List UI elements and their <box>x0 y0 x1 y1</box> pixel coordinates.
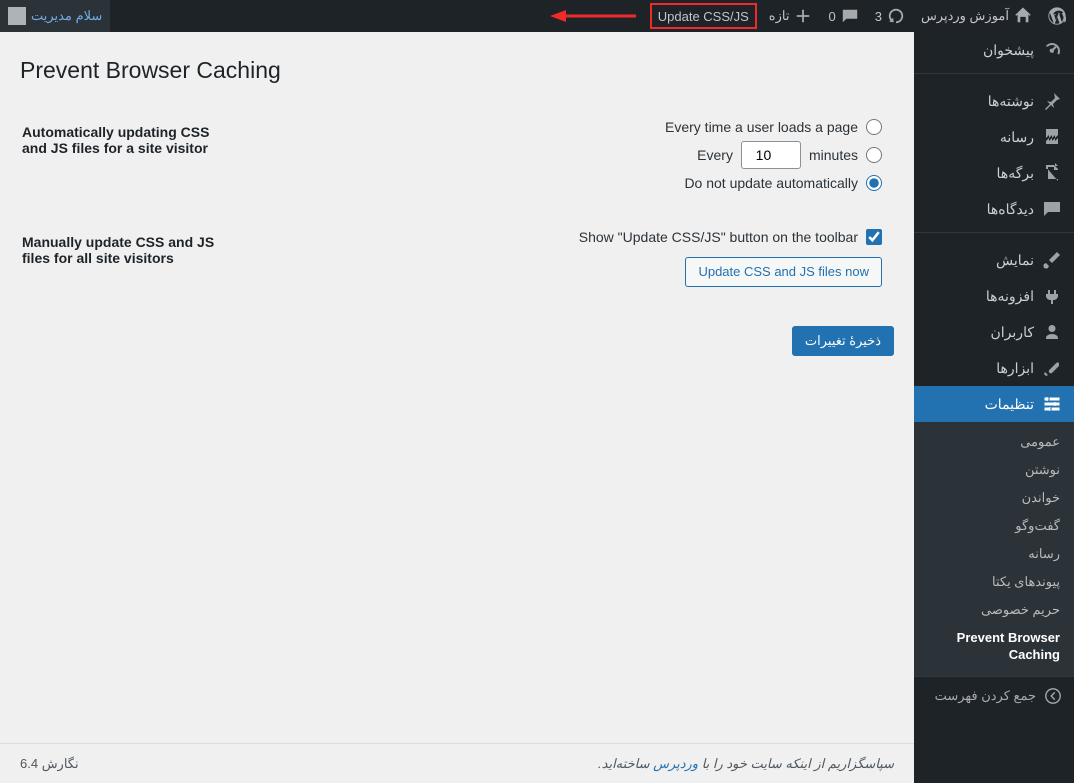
admin-sidebar: پیشخوان نوشته‌ها رسانه برگه‌ها دیدگاه‌ها… <box>914 32 1074 783</box>
menu-sep <box>914 73 1074 78</box>
wp-logo[interactable] <box>1040 0 1074 32</box>
plus-icon <box>794 7 812 25</box>
comment-icon <box>1042 199 1062 219</box>
site-title: آموزش وردپرس <box>921 8 1009 24</box>
comment-count: 0 <box>828 9 835 24</box>
sub-writing[interactable]: نوشتن <box>914 456 1074 484</box>
menu-dashboard[interactable]: پیشخوان <box>914 32 1074 68</box>
sliders-icon <box>1042 394 1062 414</box>
menu-sep <box>914 232 1074 237</box>
auto-update-heading: Automatically updating CSS and JS files … <box>22 104 242 212</box>
opt-every-radio[interactable] <box>866 147 882 163</box>
brush-icon <box>1042 250 1062 270</box>
annotation-arrow <box>544 6 646 26</box>
new-content[interactable]: تازه <box>761 0 821 32</box>
settings-submenu: عمومی نوشتن خواندن گفت‌وگو رسانه پیوندها… <box>914 422 1074 676</box>
comment-icon <box>841 7 859 25</box>
opt-every-suffix: minutes <box>809 147 858 163</box>
menu-pages[interactable]: برگه‌ها <box>914 155 1074 191</box>
comments-link[interactable]: 0 <box>820 0 866 32</box>
new-label: تازه <box>769 8 790 24</box>
update-cssjs-highlight: Update CSS/JS <box>650 3 757 29</box>
menu-settings[interactable]: تنظیمات <box>914 386 1074 422</box>
show-toolbar-checkbox[interactable] <box>866 229 882 245</box>
greeting: سلام مدیریت <box>31 8 102 24</box>
opt-every-prefix: Every <box>697 147 733 163</box>
page-icon <box>1042 163 1062 183</box>
updates-link[interactable]: 3 <box>867 0 913 32</box>
sub-prevent-browser-caching[interactable]: Prevent Browser Caching <box>914 624 1074 670</box>
opt-every-value-input[interactable] <box>741 141 801 169</box>
wp-link[interactable]: وردپرس <box>653 756 698 771</box>
sub-media[interactable]: رسانه <box>914 540 1074 568</box>
update-icon <box>887 7 905 25</box>
save-button[interactable]: ذخیرهٔ تغییرات <box>792 326 894 356</box>
update-count: 3 <box>875 9 882 24</box>
menu-tools[interactable]: ابزارها <box>914 350 1074 386</box>
opt-no-update-radio[interactable] <box>866 175 882 191</box>
opt-no-update-label[interactable]: Do not update automatically <box>684 175 858 191</box>
wrench-icon <box>1042 358 1062 378</box>
home-icon <box>1014 7 1032 25</box>
opt-every-load-radio[interactable] <box>866 119 882 135</box>
site-link[interactable]: آموزش وردپرس <box>913 0 1040 32</box>
media-icon <box>1042 127 1062 147</box>
main-content: Prevent Browser Caching Automatically up… <box>0 32 914 743</box>
dashboard-icon <box>1042 40 1062 60</box>
menu-plugins[interactable]: افزونه‌ها <box>914 278 1074 314</box>
collapse-menu[interactable]: جمع کردن فهرست <box>914 676 1074 715</box>
pin-icon <box>1042 91 1062 111</box>
admin-toolbar: آموزش وردپرس 3 0 تازه Update CSS/JS سلام… <box>0 0 1074 32</box>
menu-appearance[interactable]: نمایش <box>914 242 1074 278</box>
menu-posts[interactable]: نوشته‌ها <box>914 83 1074 119</box>
sub-privacy[interactable]: حریم خصوصی <box>914 596 1074 624</box>
sub-general[interactable]: عمومی <box>914 428 1074 456</box>
avatar-icon <box>8 7 26 25</box>
user-icon <box>1042 322 1062 342</box>
collapse-icon <box>1044 687 1062 705</box>
footer-version: نگارش 6.4 <box>20 756 79 772</box>
wordpress-icon <box>1048 7 1066 25</box>
account-link[interactable]: سلام مدیریت <box>0 0 110 32</box>
plug-icon <box>1042 286 1062 306</box>
sub-reading[interactable]: خواندن <box>914 484 1074 512</box>
update-cssjs-button[interactable]: Update CSS/JS <box>654 0 753 32</box>
footer-thanks: سپاسگزاریم از اینکه سایت خود را با وردپر… <box>598 756 894 772</box>
menu-media[interactable]: رسانه <box>914 119 1074 155</box>
page-title: Prevent Browser Caching <box>20 57 894 84</box>
manual-update-heading: Manually update CSS and JS files for all… <box>22 214 242 302</box>
opt-every-load-label[interactable]: Every time a user loads a page <box>665 119 858 135</box>
menu-comments[interactable]: دیدگاه‌ها <box>914 191 1074 227</box>
sub-permalinks[interactable]: پیوندهای یکتا <box>914 568 1074 596</box>
show-toolbar-label[interactable]: Show "Update CSS/JS" button on the toolb… <box>579 229 858 245</box>
update-now-button[interactable]: Update CSS and JS files now <box>685 257 882 287</box>
menu-users[interactable]: کاربران <box>914 314 1074 350</box>
admin-footer: سپاسگزاریم از اینکه سایت خود را با وردپر… <box>0 743 914 783</box>
sub-discussion[interactable]: گفت‌وگو <box>914 512 1074 540</box>
